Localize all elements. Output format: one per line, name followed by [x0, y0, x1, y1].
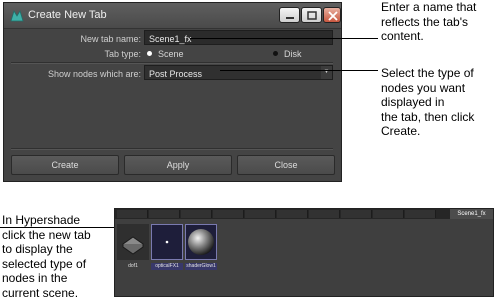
dialog-title: Create New Tab [28, 9, 107, 21]
scene-radio-label: Scene [158, 49, 184, 59]
disk-radio-label: Disk [284, 49, 302, 59]
dof-node-label: dof1 [128, 263, 138, 269]
annotation-line: Create. [381, 124, 421, 138]
close-window-button[interactable] [323, 7, 341, 23]
annotation-line: Enter a name that [381, 0, 477, 14]
annotation-line: Select the type of [381, 66, 474, 80]
annotation-line: reflects the tab's [381, 14, 468, 29]
maximize-button[interactable] [301, 7, 322, 23]
hypershade-tab[interactable] [245, 210, 276, 218]
annotation-line: In Hypershade [2, 213, 81, 227]
name-annotation: Enter a name that reflects the tab's con… [381, 0, 476, 44]
tab-name-label: New tab name: [80, 34, 141, 44]
name-leader-line [190, 38, 378, 39]
maya-app-icon [10, 10, 24, 22]
dof-icon [122, 236, 144, 255]
hypershade-tab[interactable] [277, 210, 308, 218]
hypershade-leader-line [0, 227, 114, 228]
hypershade-tab[interactable] [181, 210, 212, 218]
title-bar[interactable]: Create New Tab [4, 3, 341, 29]
optical-fx-node-label: opticalFX1 [151, 263, 183, 270]
tab-name-value: Scene1_fx [149, 34, 192, 44]
hypershade-tab[interactable] [149, 210, 180, 218]
scene1-fx-tab[interactable]: Scene1_fx [450, 209, 493, 219]
shader-glow-node-swatch[interactable] [185, 224, 217, 260]
annotation-line: the tab, then click [381, 109, 475, 124]
tab-type-label: Tab type: [104, 49, 141, 59]
dof-node-swatch[interactable] [117, 224, 149, 260]
hypershade-tab[interactable] [213, 210, 244, 218]
annotation-line: current scene. [2, 285, 79, 300]
hypershade-tab[interactable] [117, 210, 148, 218]
hypershade-tab-bar: Scene1_fx [115, 209, 493, 219]
hypershade-tab[interactable] [373, 210, 404, 218]
annotation-line: displayed in [381, 95, 445, 109]
annotation-line: click the new tab [2, 227, 91, 242]
hypershade-panel: Scene1_fx dof1 opticalFX1 shaderGlow1 [114, 208, 494, 297]
optical-fx-node-swatch[interactable] [151, 224, 183, 260]
hypershade-tab[interactable] [405, 210, 436, 218]
annotation-line: content. [381, 29, 424, 43]
shader-sphere-icon [188, 229, 214, 255]
annotation-line: selected type of [2, 256, 87, 271]
optical-fx-icon [165, 240, 169, 244]
close-button[interactable]: Close [237, 155, 335, 175]
shader-glow-node-label: shaderGlow1 [185, 263, 217, 270]
node-type-value: Post Process [149, 69, 203, 79]
create-button[interactable]: Create [11, 155, 119, 175]
chevron-down-icon: ▼ [321, 66, 332, 79]
close-icon [328, 11, 338, 21]
disk-radio[interactable] [273, 51, 278, 56]
minimize-icon [286, 17, 294, 19]
select-leader-line [220, 70, 378, 71]
minimize-button[interactable] [279, 7, 300, 23]
separator [11, 62, 333, 64]
hypershade-tab[interactable] [309, 210, 340, 218]
bottom-separator [11, 148, 333, 150]
maximize-icon [307, 11, 317, 20]
annotation-line: to display the [2, 242, 73, 256]
hypershade-tab[interactable] [341, 210, 372, 218]
node-type-dropdown[interactable]: Post Process ▼ [144, 65, 333, 80]
annotation-line: nodes you want [381, 80, 466, 95]
apply-button[interactable]: Apply [124, 155, 232, 175]
annotation-line: nodes in the [2, 271, 68, 285]
select-annotation: Select the type of nodes you want displa… [381, 66, 474, 139]
scene-radio[interactable] [147, 51, 152, 56]
create-new-tab-dialog: Create New Tab New tab name: Scene1_fx T… [3, 2, 342, 182]
show-nodes-label: Show nodes which are: [47, 69, 141, 79]
